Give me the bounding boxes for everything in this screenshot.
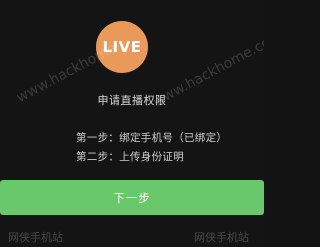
page-title: 申请直播权限 bbox=[97, 94, 167, 107]
next-step-button[interactable]: 下一步 bbox=[0, 180, 264, 215]
steps-list: 第一步：绑定手机号（已绑定） 第二步：上传身份证明 bbox=[76, 129, 227, 167]
step-one: 第一步：绑定手机号（已绑定） bbox=[76, 132, 228, 144]
live-permission-screen: LIVE 申请直播权限 第一步：绑定手机号（已绑定） 第二步：上传身份证明 下一… bbox=[0, 0, 264, 247]
watermark-text-right: 网侠手机站 bbox=[194, 231, 249, 244]
watermark-text-left: 网侠手机站 bbox=[8, 231, 63, 244]
step-two: 第二步：上传身份证明 bbox=[76, 151, 184, 163]
live-badge-icon: LIVE bbox=[96, 21, 148, 73]
live-badge-label: LIVE bbox=[102, 38, 142, 56]
next-step-label: 下一步 bbox=[113, 190, 151, 205]
